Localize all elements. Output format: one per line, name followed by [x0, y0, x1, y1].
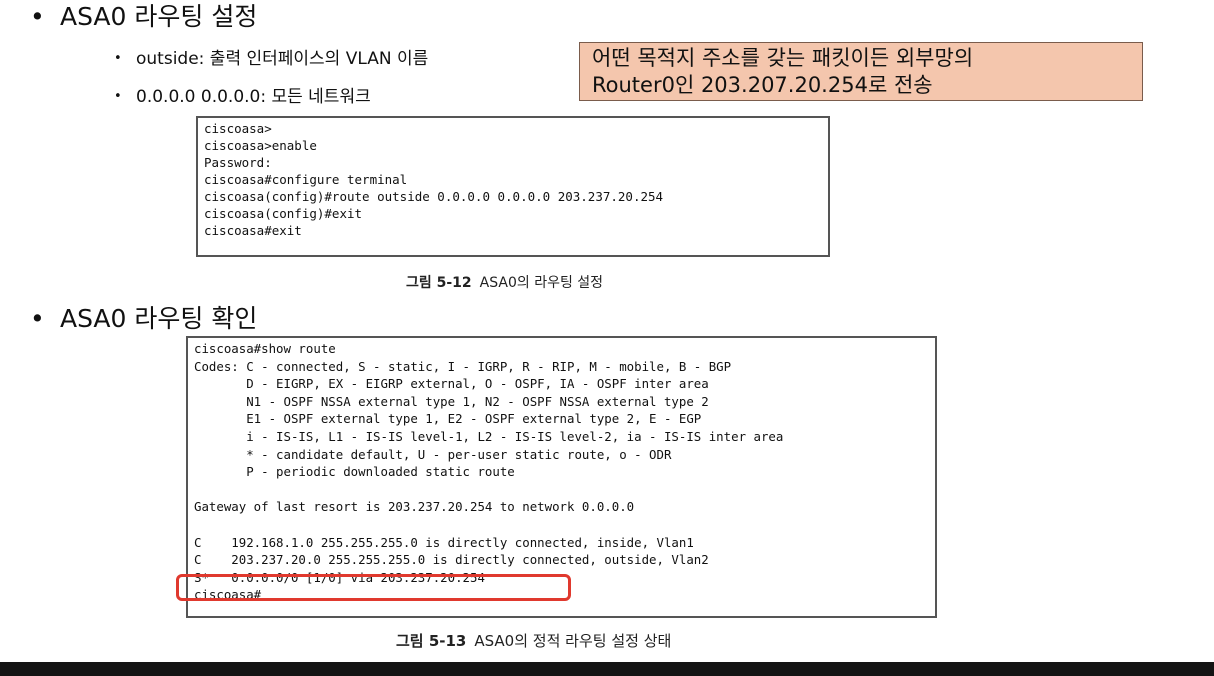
- terminal-line: ciscoasa#configure terminal: [204, 172, 408, 187]
- section1-title: ASA0 라우팅 설정: [60, 2, 258, 31]
- terminal-line: * - candidate default, U - per-user stat…: [194, 446, 672, 462]
- bullet: •: [30, 2, 45, 31]
- terminal-line: ciscoasa>enable: [204, 138, 317, 153]
- terminal-line: ciscoasa#show route: [194, 341, 336, 356]
- terminal-line: ciscoasa(config)#exit: [204, 206, 363, 221]
- terminal-line: D - EIGRP, EX - EIGRP external, O - OSPF…: [194, 376, 709, 392]
- terminal-line: Gateway of last resort is 203.237.20.254…: [194, 499, 635, 515]
- terminal-line: ciscoasa#exit: [204, 223, 302, 238]
- note-line: 어떤 목적지 주소를 갖는 패킷이든 외부망의: [592, 46, 974, 70]
- caption-text: ASA0의 라우팅 설정: [479, 275, 604, 291]
- terminal-line: Codes: C - connected, S - static, I - IG…: [194, 358, 732, 374]
- sub-bullet: •: [114, 51, 122, 66]
- sub-bullet: •: [114, 89, 122, 104]
- section1-item-2: • 0.0.0.0 0.0.0.0: 모든 네트워크: [114, 86, 371, 108]
- terminal-line: N1 - OSPF NSSA external type 1, N2 - OSP…: [194, 393, 709, 409]
- note-line: Router0인 203.207.20.254로 전송: [592, 73, 933, 97]
- terminal-line: C 192.168.1.0 255.255.255.0 is directly …: [194, 534, 694, 550]
- caption-text: ASA0의 정적 라우팅 설정 상태: [474, 632, 672, 650]
- section1-item-text: outside: 출력 인터페이스의 VLAN 이름: [136, 49, 429, 69]
- default-route-highlight: [176, 574, 571, 601]
- caption-label: 그림 5-13: [396, 632, 467, 650]
- section2-title: ASA0 라우팅 확인: [60, 304, 258, 333]
- terminal-line: i - IS-IS, L1 - IS-IS level-1, L2 - IS-I…: [194, 428, 784, 444]
- terminal-config: ciscoasa> ciscoasa>enable Password: cisc…: [196, 116, 830, 257]
- section2-heading: • ASA0 라우팅 확인: [30, 304, 257, 334]
- section1-heading: • ASA0 라우팅 설정: [30, 2, 257, 32]
- terminal-line: ciscoasa(config)#route outside 0.0.0.0 0…: [204, 189, 664, 204]
- section1-item-1: • outside: 출력 인터페이스의 VLAN 이름: [114, 48, 428, 70]
- section1-item-text: 0.0.0.0 0.0.0.0: 모든 네트워크: [136, 87, 371, 107]
- caption-label: 그림 5-12: [406, 275, 472, 291]
- figure-caption-5-13: 그림 5-13 ASA0의 정적 라우팅 설정 상태: [396, 630, 671, 651]
- figure-caption-5-12: 그림 5-12 ASA0의 라우팅 설정: [406, 272, 603, 292]
- terminal-line: ciscoasa>: [204, 121, 272, 136]
- bullet: •: [30, 304, 45, 333]
- terminal-line: E1 - OSPF external type 1, E2 - OSPF ext…: [194, 411, 702, 427]
- terminal-line: C 203.237.20.0 255.255.255.0 is directly…: [194, 552, 709, 568]
- terminal-line: Password:: [204, 155, 272, 170]
- footer-bar: [0, 662, 1214, 676]
- note-callout: 어떤 목적지 주소를 갖는 패킷이든 외부망의 Router0인 203.207…: [579, 42, 1143, 101]
- terminal-line: P - periodic downloaded static route: [194, 464, 515, 480]
